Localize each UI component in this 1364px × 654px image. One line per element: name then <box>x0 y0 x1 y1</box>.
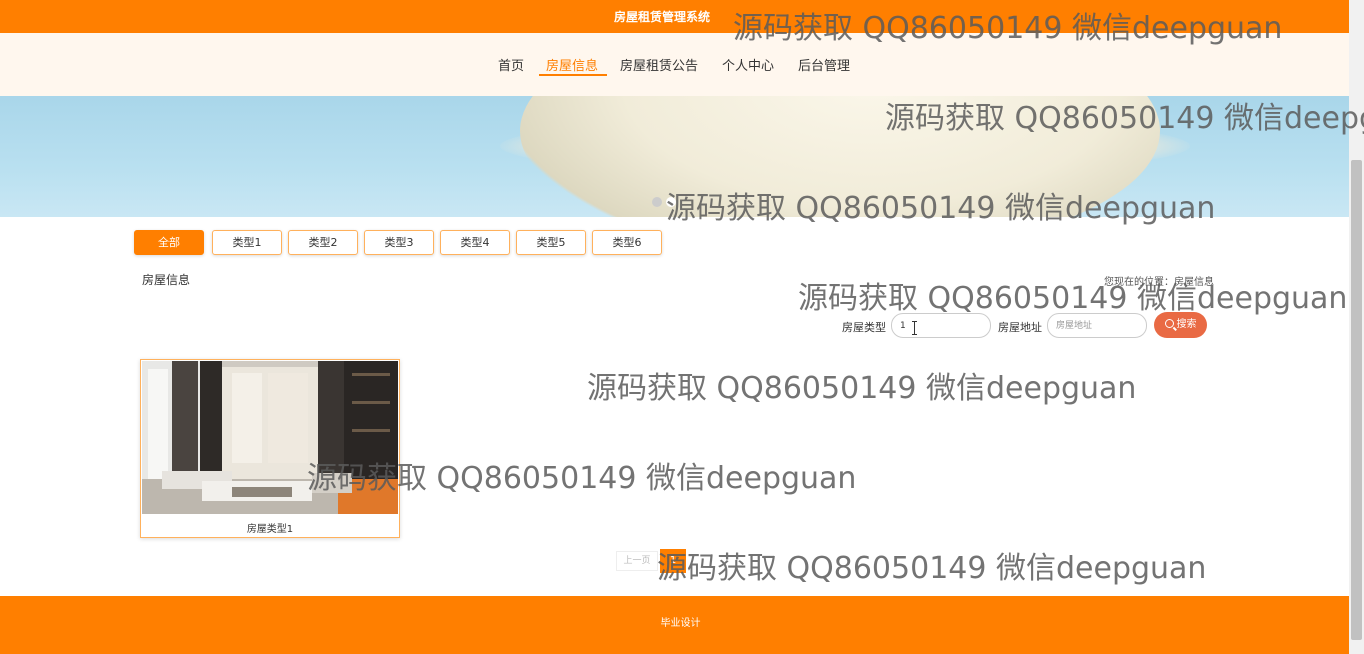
category-type5-button[interactable]: 类型5 <box>516 230 586 255</box>
nav-rental-notices[interactable]: 房屋租赁公告 <box>620 55 698 74</box>
category-all-button[interactable]: 全部 <box>134 230 204 255</box>
nav-personal-center[interactable]: 个人中心 <box>722 55 774 74</box>
category-type1-button[interactable]: 类型1 <box>212 230 282 255</box>
nav-active-indicator <box>539 74 607 76</box>
house-address-label: 房屋地址 <box>998 321 1042 334</box>
listing-card[interactable]: 房屋类型1 <box>140 359 400 538</box>
footer: 毕业设计 <box>0 596 1349 654</box>
carousel-dot-1[interactable] <box>652 197 662 207</box>
watermark: 源码获取 QQ86050149 微信deepguan <box>798 281 1348 316</box>
category-type4-button[interactable]: 类型4 <box>440 230 510 255</box>
house-type-label: 房屋类型 <box>842 321 886 334</box>
breadcrumb: 您现在的位置：房屋信息 <box>1104 277 1214 288</box>
page-number-current[interactable]: 1 <box>660 549 686 573</box>
living-room-photo <box>142 361 398 514</box>
listing-caption[interactable]: 房屋类型1 <box>141 520 399 535</box>
search-icon <box>1164 319 1174 328</box>
page: 房屋租赁管理系统 首页 房屋信息 房屋租赁公告 个人中心 后台管理 全部 类型1… <box>0 0 1364 654</box>
scrollbar-thumb[interactable] <box>1351 160 1362 640</box>
listing-image[interactable] <box>142 361 398 514</box>
watermark: 源码获取 QQ86050149 微信deepguan <box>587 371 1137 406</box>
watermark: 源码获取 QQ86050149 微信deepguan <box>657 551 1207 586</box>
site-title: 房屋租赁管理系统 <box>614 10 711 24</box>
carousel-dot-2[interactable] <box>666 197 676 207</box>
section-title: 房屋信息 <box>142 273 191 287</box>
nav-home[interactable]: 首页 <box>498 55 524 74</box>
scrollbar[interactable] <box>1349 0 1364 654</box>
category-type6-button[interactable]: 类型6 <box>592 230 662 255</box>
main-nav: 首页 房屋信息 房屋租赁公告 个人中心 后台管理 <box>0 33 1349 96</box>
nav-admin[interactable]: 后台管理 <box>798 55 850 74</box>
footer-text: 毕业设计 <box>660 618 701 629</box>
nav-house-info[interactable]: 房屋信息 <box>546 55 598 74</box>
house-address-input[interactable] <box>1047 313 1147 338</box>
top-bar: 房屋租赁管理系统 <box>0 0 1349 33</box>
house-type-input[interactable] <box>891 313 991 338</box>
prev-page-button[interactable]: 上一页 <box>616 551 658 571</box>
category-type3-button[interactable]: 类型3 <box>364 230 434 255</box>
banner-image <box>520 96 1160 217</box>
text-cursor <box>912 321 917 335</box>
search-button[interactable]: 搜索 <box>1154 312 1207 338</box>
category-type2-button[interactable]: 类型2 <box>288 230 358 255</box>
search-button-label: 搜索 <box>1176 319 1197 330</box>
